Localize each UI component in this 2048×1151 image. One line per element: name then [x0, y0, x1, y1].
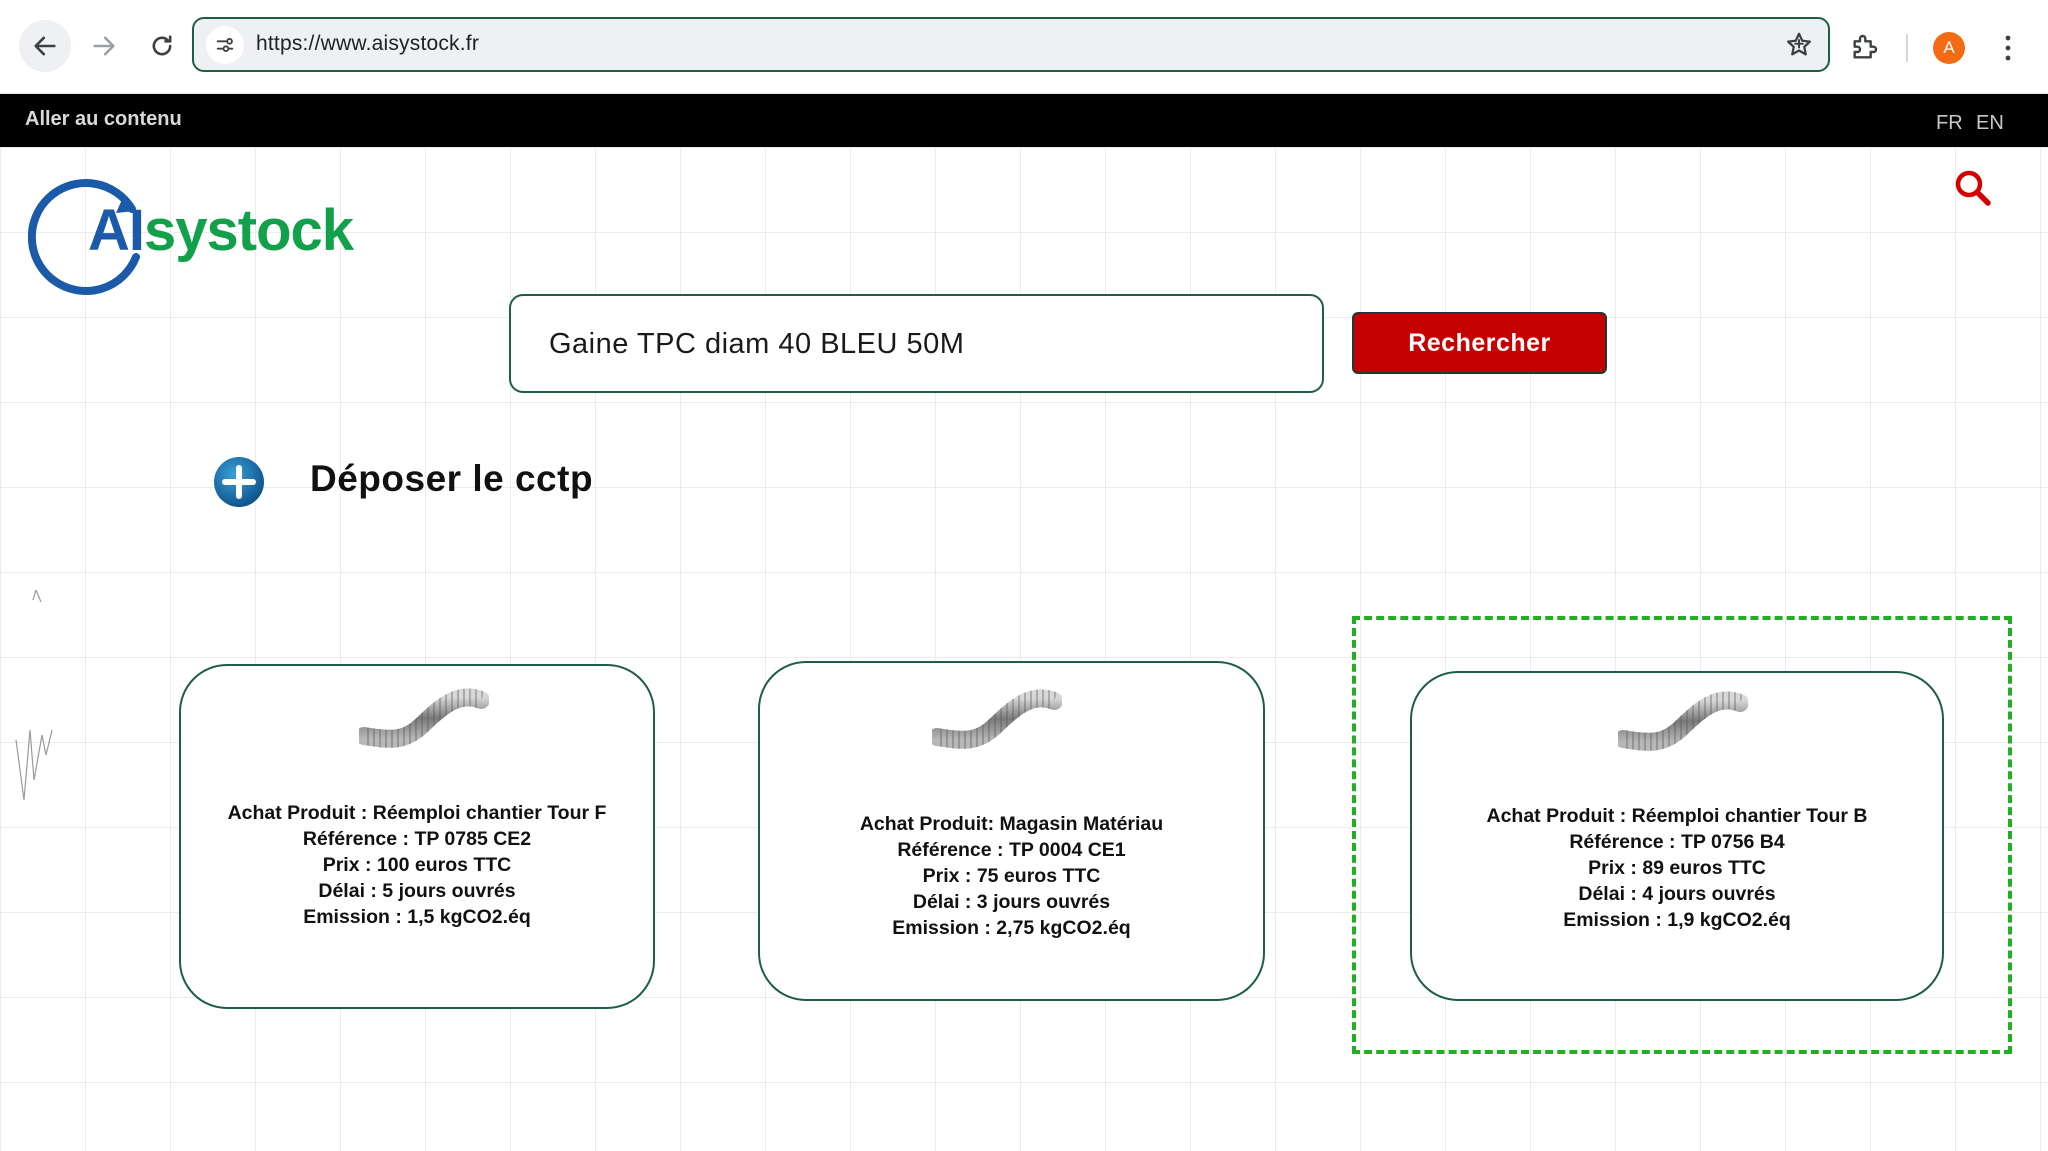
- product-price: Prix : 89 euros TTC: [1588, 857, 1766, 879]
- product-card-2[interactable]: Achat Produit: Magasin Matériau Référenc…: [758, 661, 1265, 1001]
- reload-button[interactable]: [136, 20, 188, 72]
- product-details: Achat Produit: Magasin Matériau Référenc…: [760, 811, 1263, 941]
- language-fr-link[interactable]: FR: [1936, 112, 1963, 135]
- logo-prefix: AI: [88, 198, 145, 263]
- flexible-conduit-image: [932, 689, 1062, 749]
- product-price: Prix : 75 euros TTC: [922, 865, 1101, 887]
- decorative-scribble: [15, 589, 53, 801]
- upload-cctp-label[interactable]: Déposer le cctp: [310, 458, 593, 500]
- browser-toolbar: https://www.aisystock.fr A: [0, 0, 2048, 94]
- language-en-link[interactable]: EN: [1976, 112, 2004, 135]
- logo-wordmark: AIsystock: [88, 197, 354, 264]
- product-details: Achat Produit : Réemploi chantier Tour F…: [181, 800, 653, 930]
- product-purchase-type: Achat Produit : Réemploi chantier Tour F: [227, 802, 607, 824]
- forward-button[interactable]: [78, 20, 130, 72]
- search-input-value: Gaine TPC diam 40 BLEU 50M: [549, 328, 965, 360]
- back-arrow-icon: [34, 36, 56, 56]
- product-lead-time: Délai : 4 jours ouvrés: [1578, 883, 1776, 905]
- flexible-conduit-image: [359, 688, 489, 748]
- bookmark-star-icon[interactable]: [1784, 30, 1814, 60]
- product-price: Prix : 100 euros TTC: [322, 854, 512, 876]
- plus-circle-icon[interactable]: [212, 455, 266, 509]
- profile-avatar[interactable]: A: [1933, 32, 1965, 64]
- back-button[interactable]: [19, 20, 71, 72]
- site-topbar: Aller au contenu FR EN: [0, 94, 2048, 147]
- toolbar-separator: [1906, 34, 1908, 62]
- product-reference: Référence : TP 0756 B4: [1569, 831, 1785, 853]
- search-icon[interactable]: [1953, 168, 1993, 208]
- reload-icon: [152, 35, 172, 56]
- more-menu-icon[interactable]: [1996, 30, 2020, 66]
- logo-suffix: systock: [144, 198, 354, 263]
- site-logo[interactable]: AIsystock: [28, 173, 368, 297]
- product-purchase-type: Achat Produit : Réemploi chantier Tour B: [1486, 805, 1868, 827]
- product-reference: Référence : TP 0004 CE1: [897, 839, 1126, 861]
- search-button[interactable]: Rechercher: [1352, 312, 1607, 374]
- site-info-icon: [216, 38, 234, 52]
- product-emission: Emission : 2,75 kgCO2.éq: [892, 917, 1131, 939]
- skip-to-content-link[interactable]: Aller au contenu: [25, 108, 182, 131]
- product-emission: Emission : 1,9 kgCO2.éq: [1563, 909, 1791, 931]
- product-lead-time: Délai : 3 jours ouvrés: [912, 891, 1111, 913]
- product-emission: Emission : 1,5 kgCO2.éq: [303, 906, 531, 928]
- product-card-1[interactable]: Achat Produit : Réemploi chantier Tour F…: [179, 664, 655, 1009]
- address-bar[interactable]: https://www.aisystock.fr: [192, 17, 1830, 72]
- flexible-conduit-image: [1618, 691, 1748, 751]
- url-text[interactable]: https://www.aisystock.fr: [256, 32, 479, 56]
- product-card-3[interactable]: Achat Produit : Réemploi chantier Tour B…: [1410, 671, 1944, 1001]
- forward-arrow-icon: [93, 36, 115, 56]
- site-info-button[interactable]: [206, 26, 244, 64]
- product-details: Achat Produit : Réemploi chantier Tour B…: [1412, 803, 1942, 933]
- product-reference: Référence : TP 0785 CE2: [302, 828, 532, 850]
- search-input[interactable]: Gaine TPC diam 40 BLEU 50M: [509, 294, 1324, 393]
- product-lead-time: Délai : 5 jours ouvrés: [318, 880, 516, 902]
- extensions-icon[interactable]: [1848, 32, 1880, 64]
- product-purchase-type: Achat Produit: Magasin Matériau: [859, 813, 1164, 835]
